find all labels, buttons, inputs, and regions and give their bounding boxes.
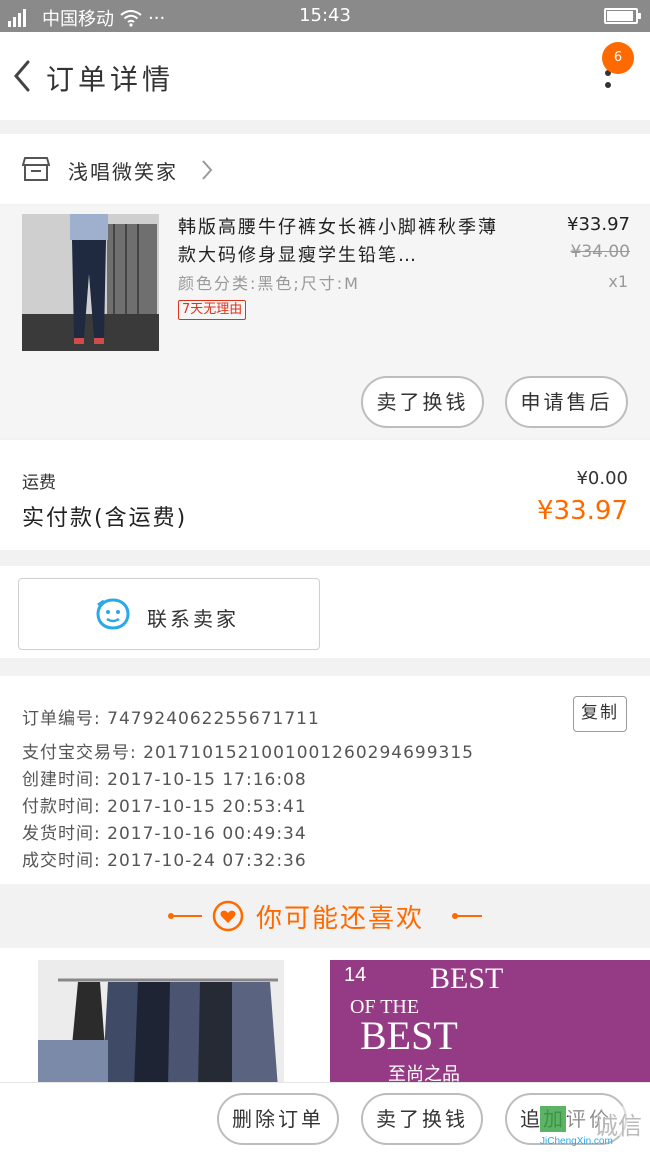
product-card[interactable]: 韩版高腰牛仔裤女长裤小脚裤秋季薄款大码修身显瘦学生铅笔… 颜色分类:黑色;尺寸:… — [0, 206, 650, 438]
nav-header: 订单详情 6 — [0, 32, 650, 120]
page-title: 订单详情 — [46, 63, 175, 96]
recommend-header: 你可能还喜欢 — [0, 886, 650, 946]
promo-title-3: BEST — [360, 1013, 458, 1058]
message-count-badge: 6 — [602, 42, 634, 74]
product-image[interactable] — [22, 214, 159, 351]
shipping-label: 运费 — [22, 473, 56, 493]
chevron-right-icon — [202, 160, 213, 180]
recommend-grid: 14 BEST OF THE BEST 至尚之品 — [0, 948, 650, 1088]
decor-line — [456, 915, 482, 917]
shop-icon — [22, 157, 50, 181]
recommend-title: 你可能还喜欢 — [256, 904, 425, 934]
promo-title-1: BEST — [430, 962, 504, 995]
product-price: ¥33.97 — [567, 214, 630, 235]
decor-line — [172, 915, 202, 917]
heart-icon — [212, 900, 244, 932]
shipping-value: ¥0.00 — [576, 468, 628, 489]
back-icon[interactable] — [8, 58, 38, 94]
order-number: 订单编号: 747924062255671711 — [22, 709, 320, 729]
copy-button[interactable]: 复制 — [573, 696, 627, 732]
watermark-logo: 诚信 JiChengXin.com — [538, 1100, 650, 1152]
completed-time: 成交时间: 2017-10-24 07:32:36 — [22, 851, 307, 871]
order-info: 订单编号: 747924062255671711 复制 支付宝交易号: 2017… — [0, 676, 650, 884]
shop-name: 浅唱微笑家 — [68, 160, 178, 184]
shipped-time: 发货时间: 2017-10-16 00:49:34 — [22, 824, 307, 844]
product-quantity: x1 — [608, 272, 628, 291]
shop-row[interactable]: 浅唱微笑家 — [0, 134, 650, 204]
decor-dot — [452, 913, 458, 919]
battery-icon — [604, 8, 641, 24]
recommend-item[interactable] — [38, 960, 284, 1088]
apply-after-sale-button[interactable]: 申请售后 — [505, 376, 628, 428]
paid-time: 付款时间: 2017-10-15 20:53:41 — [22, 797, 307, 817]
total-value: ¥33.97 — [537, 496, 628, 526]
promo-number: 14 — [344, 964, 367, 986]
total-label: 实付款(含运费) — [22, 506, 188, 531]
alipay-trade-number: 支付宝交易号: 2017101521001001260294699315 — [22, 743, 474, 763]
product-spec: 颜色分类:黑色;尺寸:M — [178, 274, 360, 293]
contact-seller-label: 联系卖家 — [147, 607, 239, 631]
clock: 15:43 — [299, 5, 351, 26]
delete-order-button[interactable]: 删除订单 — [217, 1093, 339, 1145]
sell-for-cash-button[interactable]: 卖了换钱 — [361, 376, 484, 428]
original-price: ¥34.00 — [570, 242, 630, 262]
bottom-sell-button[interactable]: 卖了换钱 — [361, 1093, 483, 1145]
recommend-item[interactable]: 14 BEST OF THE BEST 至尚之品 — [330, 960, 650, 1088]
contact-seller-button[interactable]: 联系卖家 — [18, 578, 320, 650]
status-bar: 中国移动 ··· 15:43 — [0, 0, 650, 32]
contact-section: 联系卖家 — [0, 566, 650, 658]
product-title: 韩版高腰牛仔裤女长裤小脚裤秋季薄款大码修身显瘦学生铅笔… — [178, 217, 498, 266]
created-time: 创建时间: 2017-10-15 17:16:08 — [22, 770, 307, 790]
return-policy-badge: 7天无理由 — [178, 300, 247, 320]
chat-icon — [96, 598, 130, 630]
payment-summary: 运费 ¥0.00 实付款(含运费) ¥33.97 — [0, 440, 650, 550]
watermark-url: JiChengXin.com — [540, 1136, 613, 1147]
